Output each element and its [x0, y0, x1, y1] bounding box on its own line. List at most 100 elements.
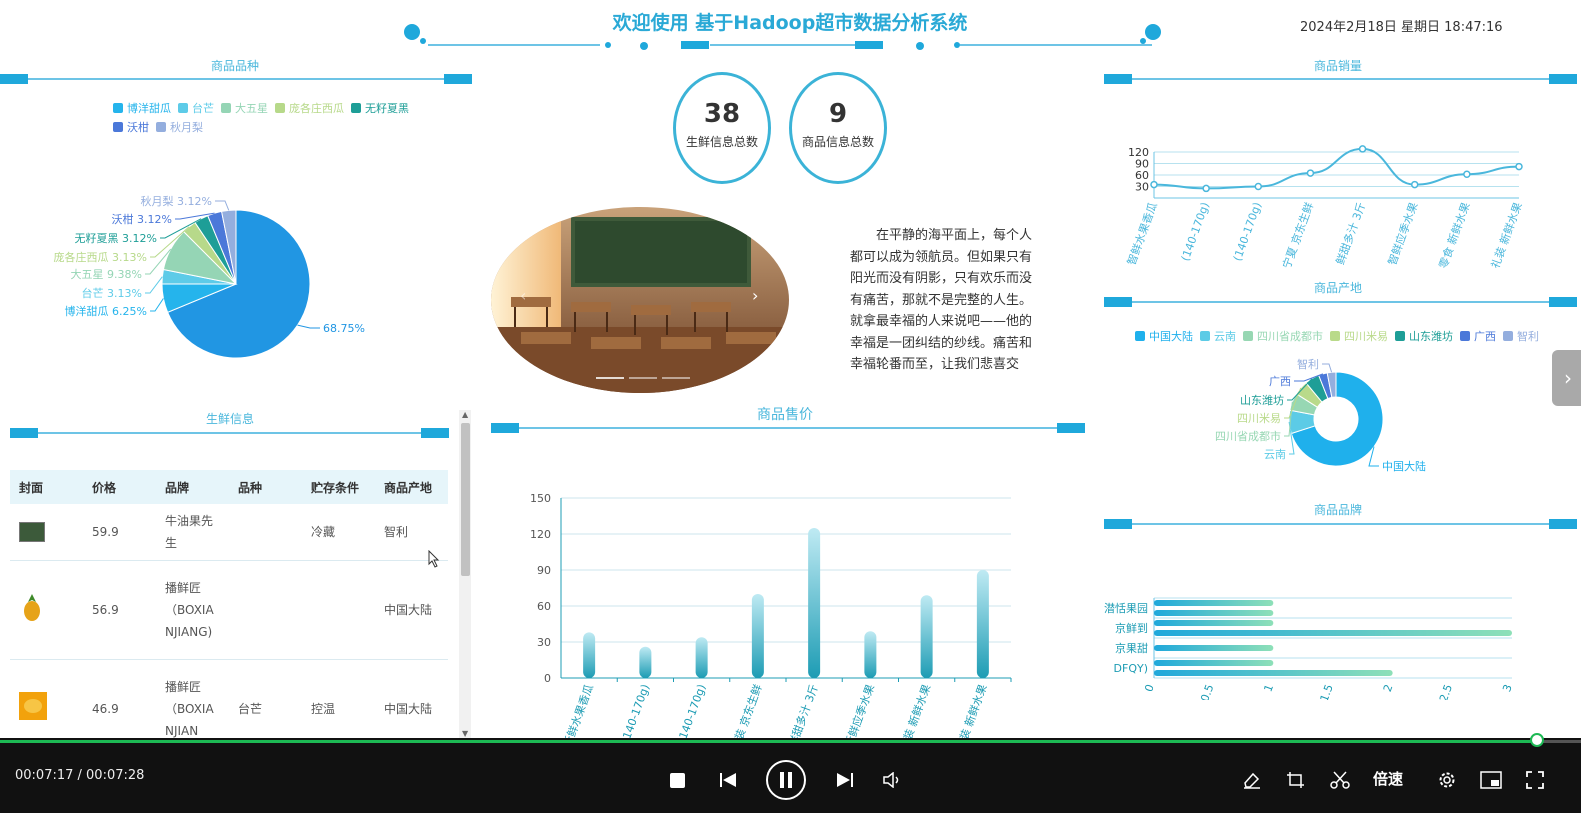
legend-swatch	[113, 122, 123, 132]
price-cell: 46.9	[83, 659, 156, 738]
product-count-value: 9	[828, 99, 848, 129]
crop-button[interactable]	[1285, 770, 1307, 790]
pie-label-line	[297, 324, 320, 329]
table-row[interactable]: 56.9 播鲜匠（BOXIANJIANG) 中国大陆	[10, 560, 448, 660]
progress-handle[interactable]	[1530, 733, 1544, 747]
hbar	[1154, 610, 1274, 616]
col-header[interactable]: 品牌	[156, 470, 229, 504]
x-tick-label: 2	[1381, 683, 1396, 694]
variety-legend: 博洋甜瓜 台芒 大五星 庞各庄西瓜 无籽夏黑沃柑 秋月梨	[113, 98, 453, 136]
cover-cell	[10, 560, 83, 660]
legend-item[interactable]: 博洋甜瓜	[113, 100, 171, 116]
annotate-button[interactable]	[1241, 770, 1263, 790]
legend-swatch	[1135, 331, 1145, 341]
data-point	[1515, 162, 1523, 171]
y-tick-label: 潜恬果园	[1104, 601, 1148, 615]
scissors-icon	[1330, 771, 1350, 789]
x-tick-label: 礼装 新鲜水果	[953, 682, 990, 738]
carousel-next-button[interactable]: ›	[752, 286, 758, 305]
y-tick-label: 30	[537, 636, 551, 649]
hbar	[1154, 645, 1274, 651]
legend-item[interactable]: 沃柑	[113, 119, 149, 135]
fullscreen-button[interactable]	[1524, 770, 1546, 790]
previous-button[interactable]	[717, 770, 739, 790]
variety-cell	[229, 560, 302, 660]
hbar	[1154, 660, 1274, 666]
variety-cell	[229, 504, 302, 561]
legend-item[interactable]: 云南	[1200, 328, 1236, 344]
carousel-image[interactable]	[491, 207, 789, 393]
settings-button[interactable]	[1436, 770, 1458, 790]
deco-block	[1549, 74, 1577, 84]
table-header-row: 封面 价格 品牌 品种 贮存条件 商品产地	[10, 470, 448, 504]
storage-cell: 控温	[302, 659, 375, 738]
legend-item[interactable]: 四川省成都市	[1243, 328, 1323, 344]
deco-line	[1132, 301, 1549, 303]
clip-button[interactable]	[1329, 770, 1351, 790]
col-header[interactable]: 品种	[229, 470, 302, 504]
deco-line	[1132, 78, 1549, 80]
legend-item[interactable]: 山东潍坊	[1395, 328, 1453, 344]
legend-item[interactable]: 广西	[1460, 328, 1496, 344]
scroll-down-icon[interactable]: ▼	[462, 729, 468, 738]
price-bar-chart: 0 30 60 90 120 150 新鲜水果香瓜 140-170g) 140-170g) 装 京…	[530, 492, 1012, 738]
pie-label: 智利	[1297, 357, 1319, 371]
hbar	[1154, 600, 1274, 606]
price-cell: 56.9	[83, 560, 156, 660]
side-panel-toggle[interactable]: ›	[1552, 350, 1581, 406]
data-point	[1463, 170, 1471, 178]
legend-item[interactable]: 无籽夏黑	[351, 100, 409, 116]
y-tick-label: 150	[530, 492, 551, 505]
mouse-cursor-icon	[428, 550, 440, 568]
fresh-count-label: 生鲜信息总数	[685, 135, 758, 149]
carousel-prev-button[interactable]: ‹	[520, 286, 526, 305]
cover-cell	[10, 504, 83, 561]
progress-remaining[interactable]	[1540, 740, 1581, 743]
volume-button[interactable]	[882, 770, 904, 790]
cover-cell	[10, 659, 83, 738]
legend-item[interactable]: 庞各庄西瓜	[275, 100, 344, 116]
stop-button[interactable]	[667, 770, 687, 790]
classroom-image	[491, 207, 789, 393]
table-row[interactable]: 59.9 牛油果先生 冷藏 智利	[10, 504, 448, 561]
next-button[interactable]	[834, 770, 856, 790]
progress-played[interactable]	[0, 740, 1540, 743]
brand-cell: 播鲜匠（BOXIANJIANG)	[156, 560, 229, 660]
section-title-price: 商品售价	[757, 407, 813, 423]
speed-button[interactable]: 倍速	[1370, 768, 1406, 788]
x-tick-label: 1	[1262, 683, 1277, 694]
col-header[interactable]: 封面	[10, 470, 83, 504]
y-tick-label: 120	[1128, 146, 1149, 159]
col-header[interactable]: 价格	[83, 470, 156, 504]
legend-item[interactable]: 大五星	[221, 100, 268, 116]
legend-item[interactable]: 中国大陆	[1135, 328, 1193, 344]
pie-label: 博洋甜瓜 6.25%	[65, 304, 147, 318]
x-tick-label: 装 京东生鲜	[732, 682, 765, 738]
scroll-up-icon[interactable]: ▲	[462, 410, 468, 419]
legend-item[interactable]: 秋月梨	[156, 119, 203, 135]
legend-item[interactable]: 台芒	[178, 100, 214, 116]
legend-swatch	[113, 103, 123, 113]
pip-button[interactable]	[1480, 770, 1502, 790]
legend-item[interactable]: 四川米易	[1330, 328, 1388, 344]
legend-item[interactable]: 智利	[1503, 328, 1539, 344]
col-header[interactable]: 贮存条件	[302, 470, 375, 504]
pause-button[interactable]	[766, 760, 806, 800]
col-header[interactable]: 商品产地	[375, 470, 448, 504]
deco-line	[519, 427, 1057, 429]
pie-label: 四川省成都市	[1215, 429, 1281, 443]
gear-icon	[1439, 772, 1455, 788]
table-row[interactable]: 46.9 播鲜匠（BOXIANJIAN 台芒 控温 中国大陆	[10, 659, 448, 738]
legend-swatch	[351, 103, 361, 113]
price-cell: 59.9	[83, 504, 156, 561]
deco-block	[0, 74, 28, 84]
table-scrollbar-thumb[interactable]	[461, 423, 470, 576]
section-title-origin: 商品产地	[1313, 281, 1362, 295]
deco-block	[1057, 423, 1085, 433]
bar	[920, 595, 933, 678]
legend-swatch	[1330, 331, 1340, 341]
y-tick-label: 120	[530, 528, 551, 541]
avocado-thumbnail	[19, 522, 45, 542]
pie-label: 山东潍坊	[1240, 393, 1284, 407]
page-title: 欢迎使用 基于Hadoop超市数据分析系统	[612, 12, 968, 34]
